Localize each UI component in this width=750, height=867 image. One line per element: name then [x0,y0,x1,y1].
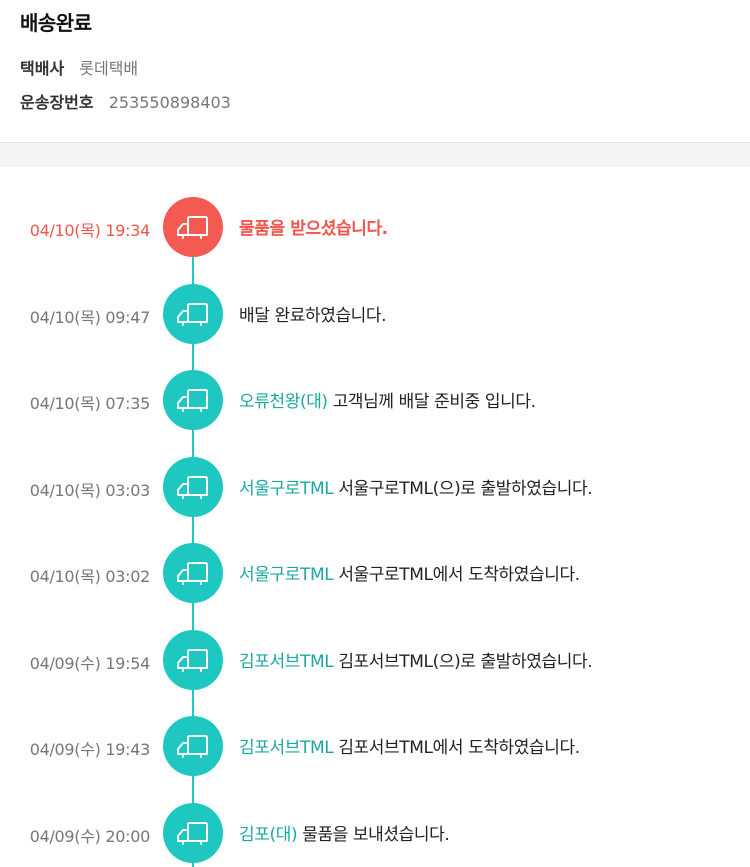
event-message: 김포서브TML(으)로 출발하였습니다. [338,651,593,672]
event-location: 김포(대) [239,824,298,845]
event-time: 04/09(수) 19:54 [29,653,151,673]
event-message: 서울구로TML(으)로 출발하였습니다. [338,478,593,499]
event-time: 04/10(목) 03:02 [29,567,151,586]
courier-row: 택배사 롯데택배 [20,55,138,79]
event-location: 김포서브TML [239,651,334,672]
event-time: 04/10(목) 03:03 [29,480,151,500]
event-time: 04/10(목) 09:47 [29,307,151,327]
event-message: 김포서브TML에서 도착하였습니다. [338,738,580,758]
delivery-summary: 배송완료 택배사 롯데택배 운송장번호 253550898403 [0,0,750,143]
tracking-number-label: 운송장번호 [20,93,94,112]
truck-icon [163,716,223,776]
tracking-number-row: 운송장번호 253550898403 [20,89,231,113]
tracking-number-value: 253550898403 [108,93,231,112]
timeline-event: 04/10(목) 09:47 배달 완료하였습니다. [0,283,750,344]
timeline-event: 04/09(수) 19:43 김포서브TML 김포서브TML에서 도착하였습니다. [0,716,750,776]
event-description: 서울구로TML 서울구로TML(으)로 출발하였습니다. [239,474,593,499]
event-message: 물품을 보내셨습니다. [302,824,450,845]
truck-icon [163,802,223,863]
event-description: 오류천왕(대) 고객님께 배달 준비중 입니다. [239,387,536,412]
delivery-status-title: 배송완료 [20,11,92,35]
event-description: 김포서브TML 김포서브TML에서 도착하였습니다. [239,733,580,758]
timeline-event: 04/10(목) 03:03 서울구로TML 서울구로TML(으)로 출발하였습니… [0,456,750,517]
event-time: 04/09(수) 20:00 [29,826,151,846]
event-time: 04/09(수) 19:43 [29,740,151,759]
timeline-event: 04/10(목) 07:35 오류천왕(대) 고객님께 배달 준비중 입니다. [0,370,750,430]
truck-icon [163,456,223,517]
tracking-timeline: 04/10(목) 19:34 물품을 받으셨습니다. 04/10(목) 09:47 배… [0,167,750,867]
event-description: 김포(대) 물품을 보내셨습니다. [239,820,450,845]
timeline-event: 04/09(수) 19:54 김포서브TML 김포서브TML(으)로 출발하였습니… [0,629,750,690]
courier-label: 택배사 [20,59,65,78]
truck-icon [163,283,223,344]
event-description: 물품을 받으셨습니다. [239,214,388,239]
event-location: 오류천왕(대) [239,392,328,412]
timeline-event: 04/10(목) 19:34 물품을 받으셨습니다. [0,197,750,257]
event-description: 서울구로TML 서울구로TML에서 도착하였습니다. [239,560,580,585]
timeline-event: 04/09(수) 20:00 김포(대) 물품을 보내셨습니다. [0,802,750,863]
courier-value: 롯데택배 [79,59,139,78]
event-message: 고객님께 배달 준비중 입니다. [332,392,536,412]
event-location: 서울구로TML [239,478,334,499]
event-location: 김포서브TML [239,738,334,758]
event-location: 서울구로TML [239,565,334,585]
event-message: 물품을 받으셨습니다. [239,219,388,239]
truck-icon [163,197,223,257]
truck-icon [163,629,223,690]
event-description: 김포서브TML 김포서브TML(으)로 출발하였습니다. [239,647,593,672]
event-description: 배달 완료하였습니다. [239,301,387,326]
truck-icon [163,370,223,430]
event-message: 배달 완료하였습니다. [239,305,387,326]
event-message: 서울구로TML에서 도착하였습니다. [338,565,580,585]
section-divider [0,143,750,167]
truck-icon [163,543,223,603]
event-time: 04/10(목) 07:35 [29,394,151,413]
event-time: 04/10(목) 19:34 [29,221,151,240]
timeline-event: 04/10(목) 03:02 서울구로TML 서울구로TML에서 도착하였습니다. [0,543,750,603]
